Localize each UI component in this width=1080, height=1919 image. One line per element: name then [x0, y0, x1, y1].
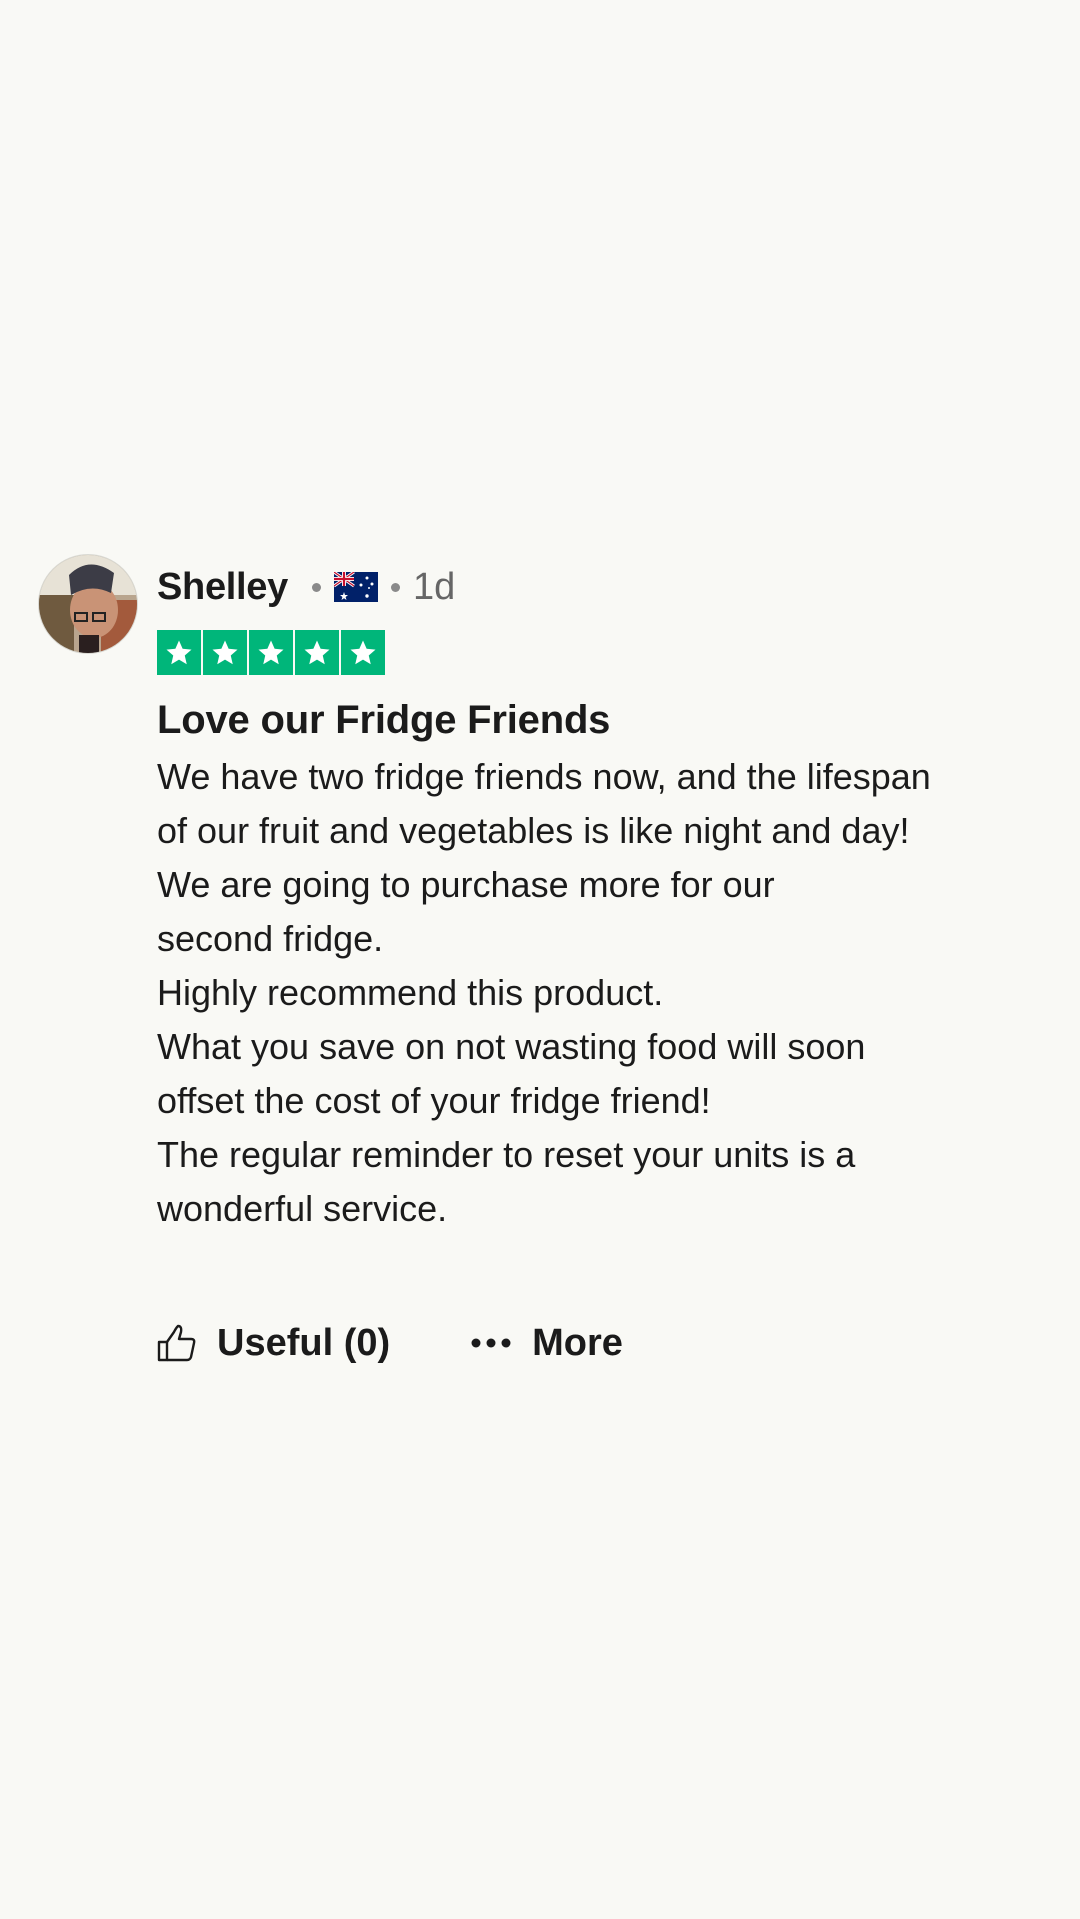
separator-dot	[390, 582, 400, 592]
star-icon	[295, 630, 339, 675]
review-body-line: What you save on not wasting food will s…	[157, 1026, 866, 1067]
review-actions: Useful (0) More	[157, 1318, 623, 1368]
review-card: Shelley 1d Love our Fridge Friends We ha…	[0, 520, 1080, 1400]
review-body-line: wonderful service.	[157, 1188, 448, 1229]
review-header: Shelley 1d	[157, 562, 455, 612]
review-title: Love our Fridge Friends	[157, 698, 611, 742]
review-body-line: offset the cost of your fridge friend!	[157, 1080, 711, 1121]
review-body-line: We are going to purchase more for our	[157, 864, 775, 905]
avatar[interactable]	[38, 554, 138, 654]
review-body-line: We have two fridge friends now, and the …	[157, 756, 931, 797]
avatar-photo	[39, 555, 137, 653]
top-empty-area	[0, 0, 1080, 520]
review-body-line: The regular reminder to reset your units…	[157, 1134, 856, 1175]
thumbs-up-icon	[157, 1323, 197, 1363]
ellipsis-icon	[470, 1337, 512, 1349]
star-rating	[157, 630, 385, 675]
more-button-label: More	[532, 1321, 623, 1364]
australia-flag-icon	[333, 572, 378, 602]
star-icon	[203, 630, 247, 675]
star-icon	[157, 630, 201, 675]
star-icon	[341, 630, 385, 675]
star-icon	[249, 630, 293, 675]
review-body-line: second fridge.	[157, 918, 384, 959]
useful-button[interactable]: Useful (0)	[157, 1322, 390, 1365]
more-button[interactable]: More	[470, 1322, 623, 1365]
separator-dot	[311, 582, 321, 592]
review-body: We have two fridge friends now, and the …	[157, 750, 1037, 1236]
review-body-line: of our fruit and vegetables is like nigh…	[157, 810, 910, 851]
review-age: 1d	[412, 565, 456, 608]
useful-button-label: Useful (0)	[217, 1321, 391, 1364]
review-body-line: Highly recommend this product.	[157, 972, 664, 1013]
reviewer-name[interactable]: Shelley	[157, 566, 288, 609]
